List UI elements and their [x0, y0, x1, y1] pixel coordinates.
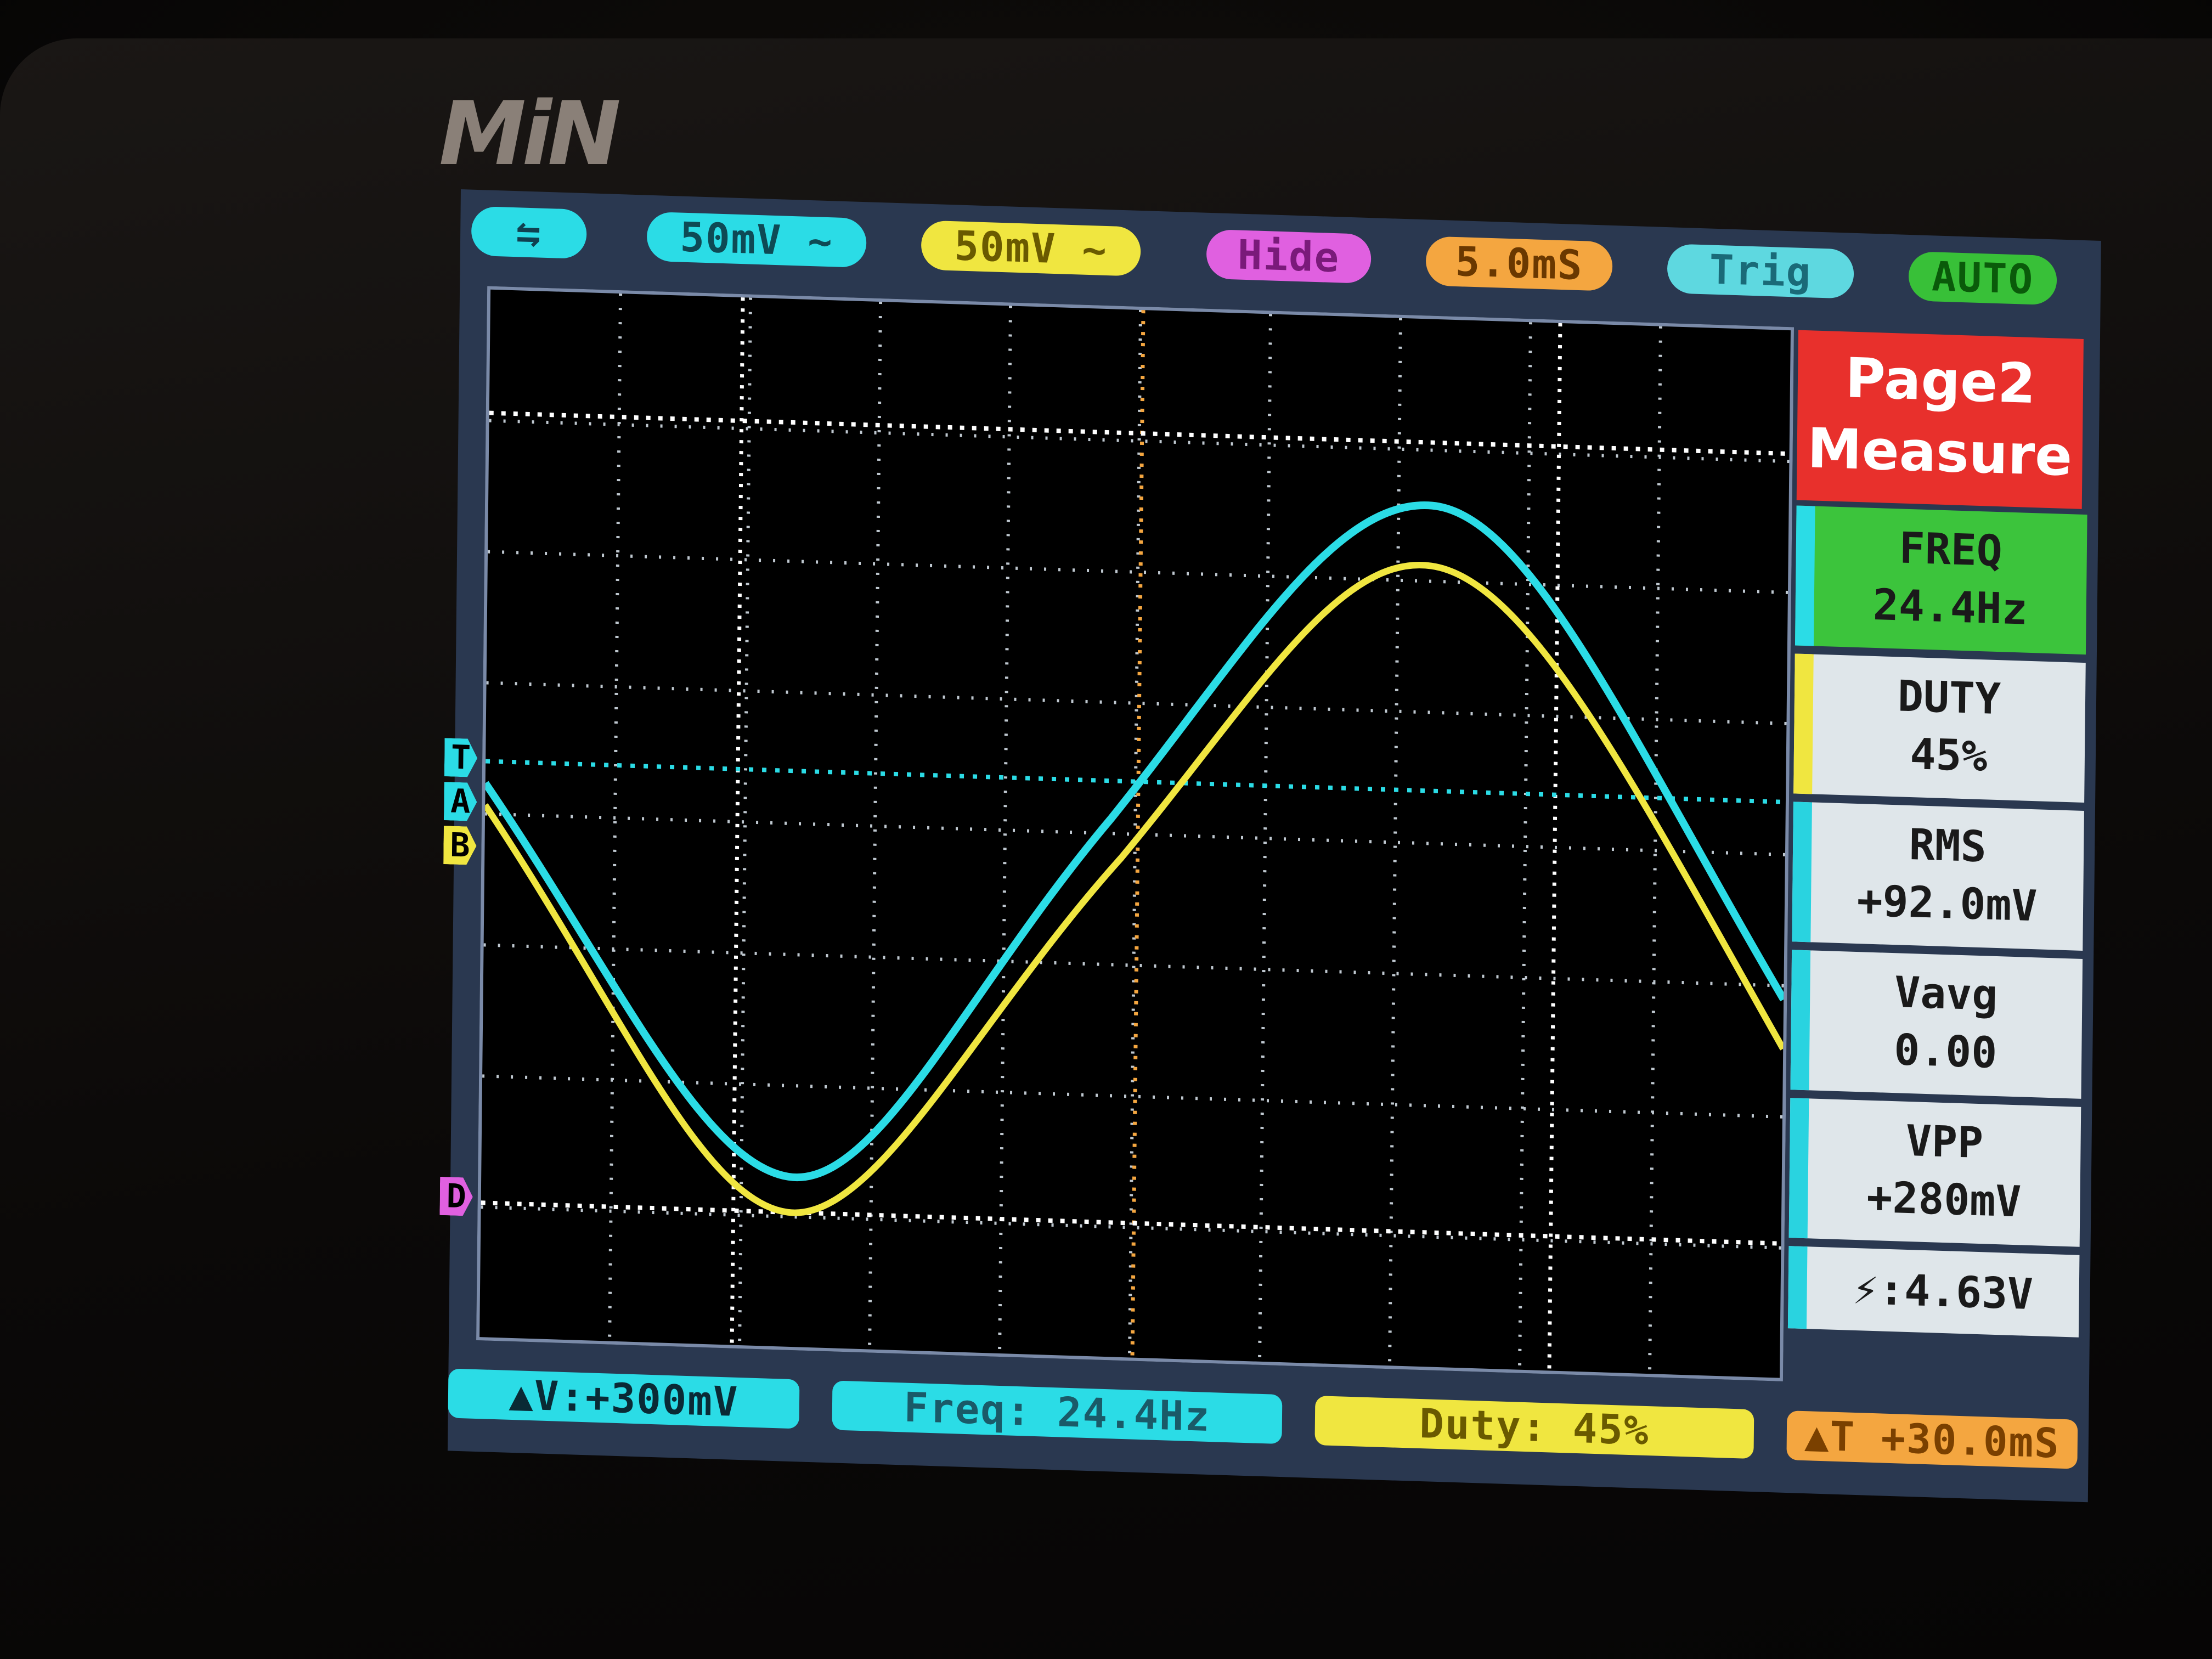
page-title-box[interactable]: Page2 Measure — [1796, 330, 2084, 509]
duty-label: DUTY — [1897, 672, 2001, 725]
channel-b-marker[interactable]: B — [443, 826, 477, 865]
channel-a-scale-button[interactable]: 50mV ~ — [646, 211, 867, 268]
run-mode-button[interactable]: AUTO — [1908, 251, 2057, 306]
usb-indicator[interactable]: ⇋ — [471, 206, 587, 259]
vavg-value: 0.00 — [1893, 1025, 1997, 1079]
trigger-marker[interactable]: T — [444, 738, 478, 777]
duty-value: 45% — [1910, 730, 1988, 782]
page-title-line1: Page2 — [1844, 346, 2036, 416]
freq-value: 24.4Hz — [1872, 580, 2028, 635]
freq-measure-box[interactable]: FREQ 24.4Hz — [1795, 505, 2087, 655]
delta-v-readout: ▲V:+300mV — [448, 1368, 800, 1429]
vavg-label: Vavg — [1894, 968, 1998, 1021]
duty-measure-box[interactable]: DUTY 45% — [1793, 653, 2086, 803]
math-marker[interactable]: D — [439, 1177, 473, 1216]
page-title-line2: Measure — [1807, 416, 2073, 489]
vpp-value: +280mV — [1866, 1172, 2022, 1227]
delta-t-readout: ▲T +30.0mS — [1786, 1410, 2078, 1469]
brand-logo: MiN — [439, 82, 621, 185]
channel-a-marker[interactable]: A — [444, 782, 477, 821]
oscilloscope-screen: ⇋ 50mV ~ 50mV ~ Hide 5.0mS Trig AUTO T A… — [448, 189, 2101, 1503]
math-mode-button[interactable]: Hide — [1206, 229, 1372, 284]
battery-voltage-box: ⚡:4.63V — [1787, 1246, 2080, 1338]
vpp-measure-box[interactable]: VPP +280mV — [1788, 1098, 2081, 1247]
duty-readout: Duty: 45% — [1314, 1396, 1754, 1459]
vpp-label: VPP — [1905, 1116, 1984, 1169]
rms-value: +92.0mV — [1857, 876, 2038, 932]
freq-readout: Freq: 24.4Hz — [832, 1380, 1283, 1444]
grid-lines — [481, 294, 1790, 1374]
channel-b-scale-button[interactable]: 50mV ~ — [921, 220, 1141, 276]
timebase-button[interactable]: 5.0mS — [1425, 236, 1613, 291]
rms-label: RMS — [1909, 820, 1987, 872]
rms-measure-box[interactable]: RMS +92.0mV — [1792, 802, 2084, 951]
battery-voltage: ⚡:4.63V — [1852, 1264, 2034, 1320]
trigger-button[interactable]: Trig — [1667, 244, 1854, 299]
cursor-h1 — [489, 410, 1790, 456]
freq-label: FREQ — [1899, 523, 2003, 577]
waveform-grid[interactable]: T A B D — [476, 286, 1795, 1381]
channel-b-trace — [482, 562, 1786, 1216]
measure-side-panel: Page2 Measure FREQ 24.4Hz DUTY 45% RMS +… — [1787, 330, 2095, 1338]
vavg-measure-box[interactable]: Vavg 0.00 — [1790, 950, 2083, 1099]
usb-icon: ⇋ — [516, 208, 542, 257]
waveform-plot — [481, 294, 1790, 1374]
